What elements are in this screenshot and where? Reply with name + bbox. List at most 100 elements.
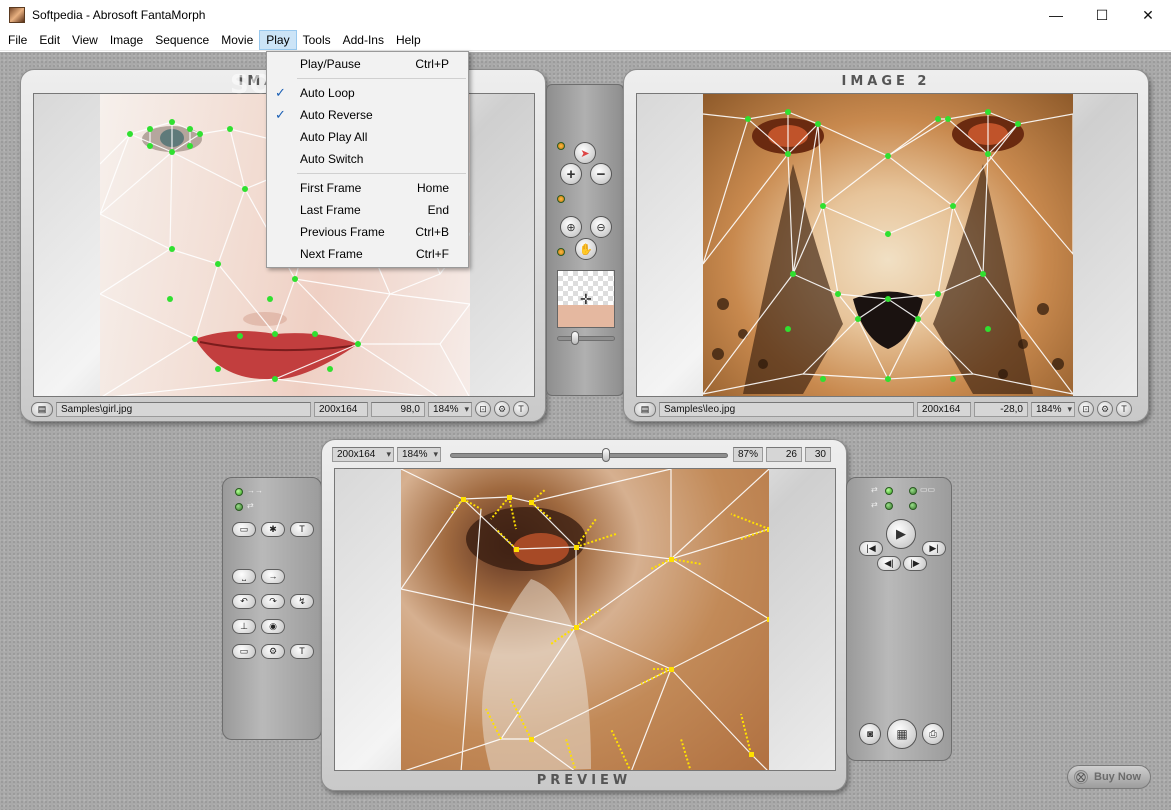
play-button[interactable]: ▶: [886, 519, 916, 549]
image2-settings-icon[interactable]: ⚙: [1097, 401, 1113, 417]
menu-item-first-frame[interactable]: First Frame Home: [267, 177, 468, 199]
minimize-button[interactable]: —: [1033, 0, 1079, 30]
bottom-gear-button[interactable]: ⚙: [261, 644, 285, 659]
snapshot-camera-icon[interactable]: ◙: [859, 723, 881, 745]
preview-title: PREVIEW: [536, 773, 632, 788]
menu-sequence[interactable]: Sequence: [149, 30, 215, 50]
center-led-2: [557, 195, 565, 203]
navigator-zoom-slider[interactable]: [557, 336, 615, 341]
text-tool-button[interactable]: T: [290, 522, 314, 537]
menu-item-auto-switch[interactable]: Auto Switch: [267, 148, 468, 170]
auto-loop-check-icon: ✓: [275, 85, 286, 100]
preview-frame-knob[interactable]: [602, 448, 610, 462]
anchor-tool-button[interactable]: ⊥: [232, 619, 256, 634]
preview-frame-slider[interactable]: [450, 453, 728, 458]
export-publish-icon[interactable]: ⎙: [922, 723, 944, 745]
bottom-region-button[interactable]: ▭: [232, 644, 256, 659]
image2-viewport[interactable]: [636, 93, 1138, 397]
right-film-icon: ▭▭: [920, 485, 936, 494]
image2-size: 200x164: [917, 401, 971, 417]
add-point-button[interactable]: ✱: [261, 522, 285, 537]
curve-tool-3-button[interactable]: ↯: [290, 594, 314, 609]
preview-total-frames: 30: [805, 446, 831, 462]
image2-path: Samples\leo.jpg: [659, 401, 914, 417]
image1-zoom-select[interactable]: 184%: [428, 401, 472, 417]
preview-percent: 87%: [733, 446, 763, 462]
select-region-button[interactable]: ▭: [232, 522, 256, 537]
menu-separator: [297, 173, 466, 174]
image2-mesh[interactable]: [703, 94, 1073, 396]
image2-open-icon[interactable]: ▤: [634, 401, 656, 417]
arrow-tool-button[interactable]: →: [261, 569, 285, 584]
zoom-out-button[interactable]: −: [590, 163, 612, 185]
window-title: Softpedia - Abrosoft FantaMorph: [32, 8, 206, 22]
maximize-button[interactable]: ☐: [1079, 0, 1125, 30]
navigator-zoom-knob[interactable]: [571, 331, 579, 345]
center-toolstrip: ➤ + − ⊕ ⊖ ✋ ✛: [546, 84, 624, 396]
magnify-plus-icon[interactable]: ⊕: [560, 216, 582, 238]
image1-text-icon[interactable]: T: [513, 401, 529, 417]
next-frame-button[interactable]: |▶: [903, 556, 927, 571]
cart-icon: ⛒: [1074, 770, 1088, 784]
menu-play[interactable]: Play: [259, 30, 297, 50]
image2-photo[interactable]: [703, 94, 1073, 396]
preview-photo[interactable]: [401, 469, 769, 770]
buy-now-button[interactable]: ⛒ Buy Now: [1067, 765, 1151, 789]
bottom-text-button[interactable]: T: [290, 644, 314, 659]
image1-open-icon[interactable]: ▤: [31, 401, 53, 417]
line-tool-button[interactable]: ⎵: [232, 569, 256, 584]
magnify-minus-icon[interactable]: ⊖: [590, 216, 612, 238]
play-menu-dropdown: Play/Pause Ctrl+P ✓ Auto Loop ✓ Auto Rev…: [266, 51, 469, 268]
menu-item-auto-loop[interactable]: ✓ Auto Loop: [267, 82, 468, 104]
left-tools-panel: →→ ⇄ ▭ ✱ T ⎵ → ↶ ↷ ↯ ⊥ ◉ ▭ ⚙ T: [222, 477, 322, 740]
menu-add-ins[interactable]: Add-Ins: [337, 30, 390, 50]
menu-file[interactable]: File: [2, 30, 33, 50]
image1-fit-icon[interactable]: ⊡: [475, 401, 491, 417]
zoom-in-button[interactable]: +: [560, 163, 582, 185]
preview-mesh[interactable]: [401, 469, 769, 770]
center-led-1: [557, 142, 565, 150]
navigator-thumbnail[interactable]: ✛: [557, 270, 615, 328]
right-playback-panel: ⇄ ▭▭ ⇄ ▶ |◀ ▶| ◀| |▶ ◙ ▦ ⎙: [846, 477, 952, 761]
menu-item-next-frame[interactable]: Next Frame Ctrl+F: [267, 243, 468, 265]
image2-statusbar: ▤ Samples\leo.jpg 200x164 -28,0 184% ⊡ ⚙…: [634, 401, 1132, 417]
menu-tools[interactable]: Tools: [297, 30, 337, 50]
menu-separator: [297, 78, 466, 79]
menu-help[interactable]: Help: [390, 30, 427, 50]
close-button[interactable]: ✕: [1125, 0, 1171, 30]
image1-statusbar: ▤ Samples\girl.jpg 200x164 98,0 184% ⊡ ⚙…: [31, 401, 529, 417]
hand-pan-icon[interactable]: ✋: [575, 238, 597, 260]
buy-now-label: Buy Now: [1094, 771, 1142, 783]
preview-viewport[interactable]: [334, 468, 836, 771]
previous-frame-button[interactable]: ◀|: [877, 556, 901, 571]
image2-panel: IMAGE 2 ▤ Samples\leo.jpg 200x164 -28,0 …: [623, 69, 1149, 422]
menu-image[interactable]: Image: [104, 30, 149, 50]
menu-item-play-pause[interactable]: Play/Pause Ctrl+P: [267, 53, 468, 75]
pointer-tool-button[interactable]: ➤: [574, 142, 596, 164]
menu-edit[interactable]: Edit: [33, 30, 66, 50]
image1-coord-value: 98,0: [371, 401, 425, 417]
menu-item-last-frame[interactable]: Last Frame End: [267, 199, 468, 221]
curve-tool-2-button[interactable]: ↷: [261, 594, 285, 609]
view-eye-button[interactable]: ◉: [261, 619, 285, 634]
image1-settings-icon[interactable]: ⚙: [494, 401, 510, 417]
left-led-2: [235, 503, 243, 511]
menu-movie[interactable]: Movie: [215, 30, 259, 50]
menu-item-previous-frame[interactable]: Previous Frame Ctrl+B: [267, 221, 468, 243]
preview-frame: 26: [766, 446, 802, 462]
preview-size-select[interactable]: 200x164: [332, 446, 394, 462]
menu-view[interactable]: View: [66, 30, 104, 50]
image1-path: Samples\girl.jpg: [56, 401, 311, 417]
menu-item-auto-reverse[interactable]: ✓ Auto Reverse: [267, 104, 468, 126]
image2-fit-icon[interactable]: ⊡: [1078, 401, 1094, 417]
last-frame-button[interactable]: ▶|: [922, 541, 946, 556]
export-movie-icon[interactable]: ▦: [887, 719, 917, 749]
image2-zoom-select[interactable]: 184%: [1031, 401, 1075, 417]
first-frame-button[interactable]: |◀: [859, 541, 883, 556]
curve-tool-1-button[interactable]: ↶: [232, 594, 256, 609]
preview-zoom-select[interactable]: 184%: [397, 446, 441, 462]
image1-size: 200x164: [314, 401, 368, 417]
menu-item-auto-play-all[interactable]: Auto Play All: [267, 126, 468, 148]
right-led-3: [885, 502, 893, 510]
image2-text-icon[interactable]: T: [1116, 401, 1132, 417]
